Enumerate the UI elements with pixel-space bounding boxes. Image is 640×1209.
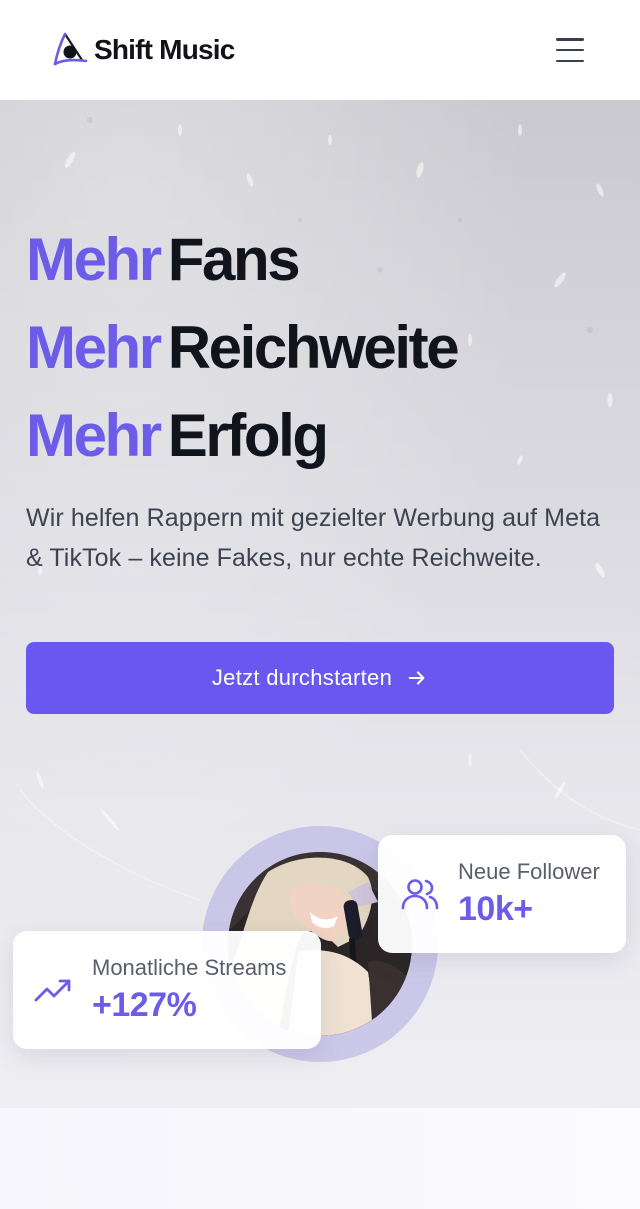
headline-line-fans: Mehr Fans — [26, 216, 457, 304]
stat-text: Monatliche Streams +127% — [92, 953, 286, 1027]
site-header: Shift Music — [0, 0, 640, 100]
brand-name: Shift Music — [94, 34, 235, 65]
stat-card-followers: Neue Follower 10k+ — [378, 835, 626, 953]
stat-text: Neue Follower 10k+ — [458, 857, 600, 931]
cta-label: Jetzt durchstarten — [211, 665, 393, 690]
users-icon — [401, 879, 439, 910]
stat-value: +127% — [92, 986, 197, 1024]
stat-label: Neue Follower — [458, 859, 600, 884]
hero-section: Mehr Fans Mehr Reichweite Mehr Erfolg Wi… — [0, 100, 640, 1108]
arrow-right-icon — [408, 671, 425, 685]
headline-accent: Mehr — [26, 314, 162, 381]
hero-headline: Mehr Fans Mehr Reichweite Mehr Erfolg — [26, 216, 460, 480]
headline-accent: Mehr — [26, 402, 162, 469]
headline-line-erfolg: Mehr Erfolg — [26, 392, 457, 480]
cta-button[interactable]: Jetzt durchstarten — [26, 642, 614, 714]
headline-word: Fans — [167, 226, 301, 293]
stat-value: 10k+ — [458, 890, 533, 928]
headline-word: Reichweite — [167, 314, 460, 381]
next-section — [0, 1108, 640, 1209]
page: Shift Music Mehr Fans Mehr Reichweite Me… — [0, 0, 640, 1209]
headline-accent: Mehr — [26, 226, 162, 293]
headline-line-reichweite: Mehr Reichweite — [26, 304, 460, 392]
stat-label: Monatliche Streams — [92, 955, 287, 980]
stat-card-streams: Monatliche Streams +127% — [13, 931, 321, 1049]
brand-logo[interactable]: Shift Music — [52, 30, 235, 70]
shift-music-logo-icon — [53, 32, 88, 66]
trending-up-icon — [34, 979, 71, 1002]
hamburger-menu-icon[interactable] — [556, 38, 584, 62]
hero-intro-text: Wir helfen Rappern mit gezielter Werbung… — [26, 504, 601, 572]
headline-word: Erfolg — [167, 402, 329, 469]
